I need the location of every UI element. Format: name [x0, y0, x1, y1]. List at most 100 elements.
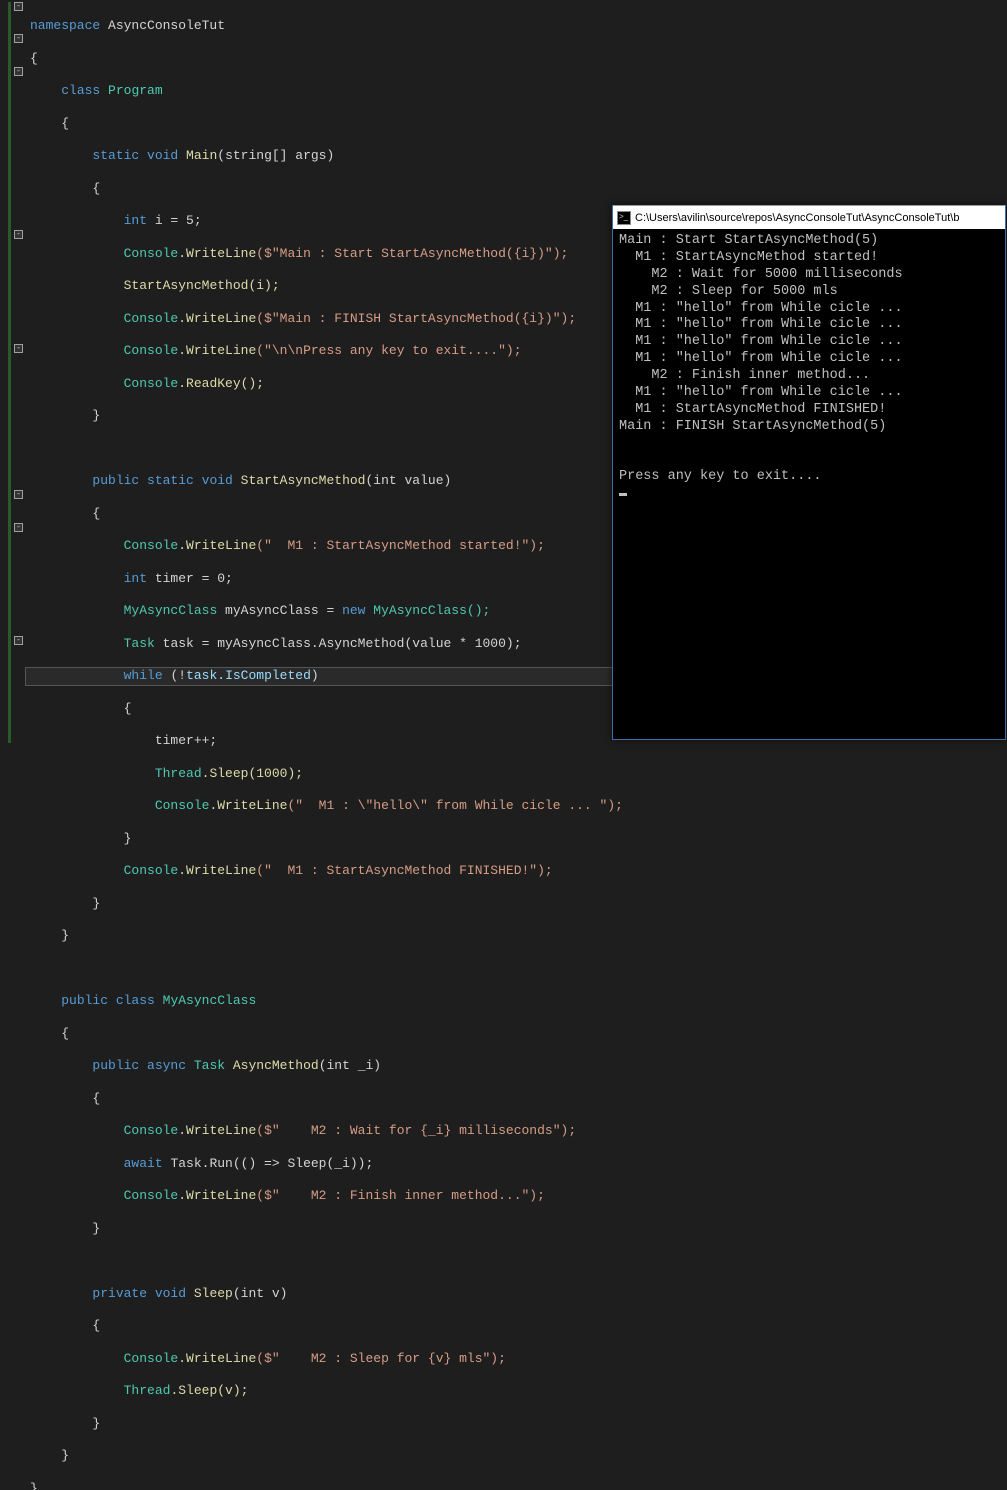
keyword: public static void: [92, 473, 232, 488]
method-name: AsyncMethod: [225, 1058, 319, 1073]
brace: {: [124, 701, 132, 716]
keyword: new: [342, 603, 365, 618]
method-name: WriteLine: [186, 1123, 256, 1138]
code-content[interactable]: namespace AsyncConsoleTut { class Progra…: [26, 2, 623, 1490]
type-name: Thread: [155, 766, 202, 781]
type-name: MyAsyncClass();: [365, 603, 490, 618]
console-title-text: C:\Users\avilin\source\repos\AsyncConsol…: [635, 212, 959, 224]
keyword: int: [124, 213, 147, 228]
type-name: Console: [155, 798, 210, 813]
method-name: WriteLine: [217, 798, 287, 813]
string-literal: ($"Main : Start StartAsyncMethod({i})");: [256, 246, 568, 261]
keyword: while: [124, 668, 163, 683]
type-name: Thread: [124, 1383, 171, 1398]
code-text: i = 5;: [147, 213, 202, 228]
fold-toggle[interactable]: -: [14, 344, 23, 353]
keyword: await: [124, 1156, 163, 1171]
type-name: MyAsyncClass: [124, 603, 218, 618]
parameters: (string[] args): [217, 148, 334, 163]
method-name: WriteLine: [186, 246, 256, 261]
type-name: Console: [124, 343, 179, 358]
brace: }: [92, 1416, 100, 1431]
namespace-name: AsyncConsoleTut: [100, 18, 225, 33]
console-body[interactable]: Main : Start StartAsyncMethod(5) M1 : St…: [613, 229, 1005, 507]
method-call: StartAsyncMethod(i);: [124, 278, 280, 293]
keyword: public async: [92, 1058, 186, 1073]
keyword: private void: [92, 1286, 186, 1301]
brace: }: [92, 1221, 100, 1236]
brace: }: [92, 896, 100, 911]
brace: }: [124, 831, 132, 846]
method-name: Sleep: [186, 1286, 233, 1301]
method-name: WriteLine: [186, 311, 256, 326]
code-text: myAsyncClass =: [217, 603, 342, 618]
brace: {: [92, 1091, 100, 1106]
keyword: int: [124, 571, 147, 586]
method-name: WriteLine: [186, 538, 256, 553]
code-text: ): [311, 668, 319, 683]
fold-toggle[interactable]: -: [14, 523, 23, 532]
type-name: Task: [124, 636, 155, 651]
keyword: static void: [92, 148, 178, 163]
brace: {: [92, 506, 100, 521]
string-literal: ("\n\nPress any key to exit....");: [256, 343, 521, 358]
string-literal: ($" M2 : Finish inner method...");: [256, 1188, 545, 1203]
code-text: !: [178, 668, 186, 683]
fold-toggle[interactable]: -: [14, 490, 23, 499]
fold-toggle[interactable]: -: [14, 636, 23, 645]
method-name: WriteLine: [186, 863, 256, 878]
type-name: Task: [186, 1058, 225, 1073]
method-name: WriteLine: [186, 1188, 256, 1203]
brace: {: [61, 116, 69, 131]
dot: .: [178, 538, 186, 553]
code-text: task.IsCompleted: [186, 668, 311, 683]
dot: .: [178, 246, 186, 261]
code-text: (: [163, 668, 179, 683]
keyword: public class: [61, 993, 155, 1008]
dot: .: [209, 798, 217, 813]
fold-gutter[interactable]: - - - - - - - -: [0, 0, 26, 745]
keyword: class: [61, 83, 100, 98]
brace: {: [92, 181, 100, 196]
code-text: task = myAsyncClass.AsyncMethod(value * …: [155, 636, 522, 651]
keyword: namespace: [30, 18, 100, 33]
brace: {: [30, 51, 38, 66]
type-name: Console: [124, 376, 179, 391]
string-literal: (" M1 : \"hello\" from While cicle ... "…: [287, 798, 622, 813]
dot: .: [178, 1188, 186, 1203]
fold-toggle[interactable]: -: [14, 230, 23, 239]
string-literal: ($" M2 : Wait for {_i} milliseconds");: [256, 1123, 576, 1138]
brace: {: [61, 1026, 69, 1041]
type-name: Console: [124, 1351, 179, 1366]
type-name: Console: [124, 311, 179, 326]
string-literal: ($" M2 : Sleep for {v} mls");: [256, 1351, 506, 1366]
method-name: WriteLine: [186, 1351, 256, 1366]
code-text: Task.Run(() => Sleep(_i));: [163, 1156, 374, 1171]
type-name: Console: [124, 1123, 179, 1138]
type-name: Console: [124, 538, 179, 553]
dot: .: [178, 343, 186, 358]
fold-toggle[interactable]: -: [14, 2, 23, 11]
console-titlebar[interactable]: C:\Users\avilin\source\repos\AsyncConsol…: [613, 205, 1005, 229]
brace: }: [92, 408, 100, 423]
parameters: (int v): [233, 1286, 288, 1301]
method-name: WriteLine: [186, 343, 256, 358]
dot: .: [178, 863, 186, 878]
type-name: Console: [124, 246, 179, 261]
type-name: Console: [124, 863, 179, 878]
type-name: MyAsyncClass: [155, 993, 256, 1008]
console-output-window[interactable]: C:\Users\avilin\source\repos\AsyncConsol…: [612, 205, 1006, 740]
fold-toggle[interactable]: -: [14, 34, 23, 43]
type-name: Console: [124, 1188, 179, 1203]
method-name: Main: [178, 148, 217, 163]
method-name: StartAsyncMethod: [233, 473, 366, 488]
parameters: (int _i): [319, 1058, 381, 1073]
brace: }: [61, 928, 69, 943]
code-text: timer++;: [155, 733, 217, 748]
string-literal: (" M1 : StartAsyncMethod FINISHED!");: [256, 863, 552, 878]
type-name: Program: [100, 83, 162, 98]
current-line-highlight: while (!task.IsCompleted): [26, 668, 623, 684]
string-literal: ($"Main : FINISH StartAsyncMethod({i})")…: [256, 311, 576, 326]
method-name: .Sleep(v);: [170, 1383, 248, 1398]
fold-toggle[interactable]: -: [14, 67, 23, 76]
